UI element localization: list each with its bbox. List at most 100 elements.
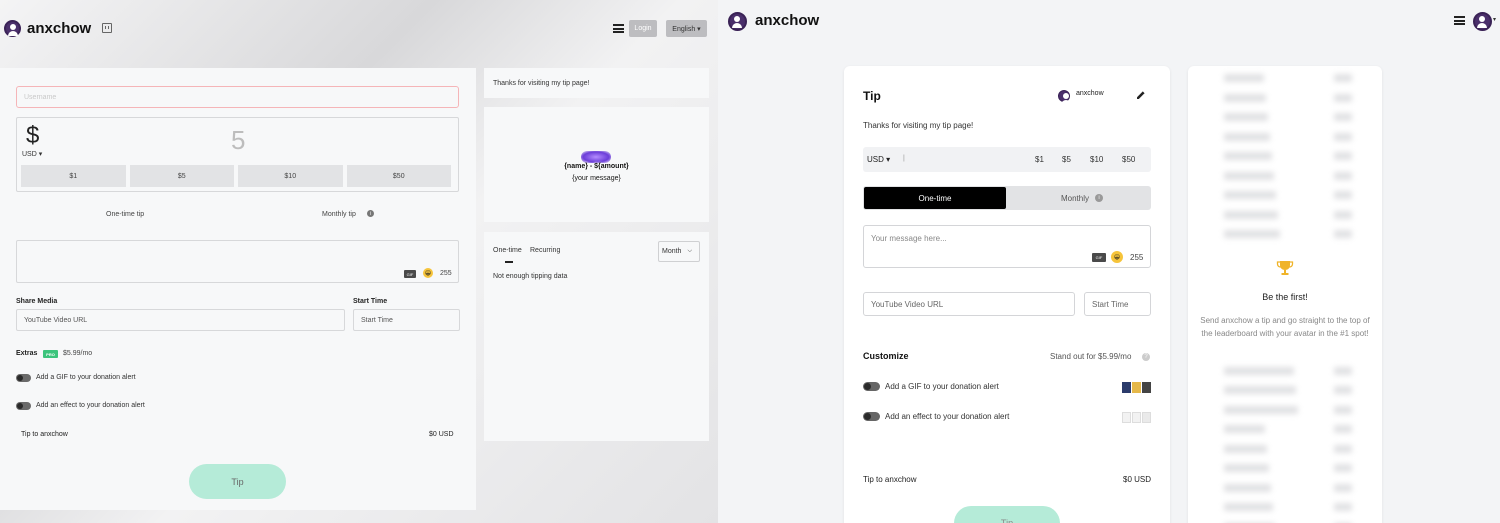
language-select[interactable]: English ▾ — [666, 20, 707, 37]
message-placeholder: Your message here... — [871, 234, 947, 243]
effect-thumbnails — [1122, 412, 1151, 423]
twitch-icon[interactable] — [102, 23, 112, 33]
stand-out-price: Stand out for $5.99/mo — [1050, 352, 1132, 361]
gif-icon[interactable]: GIF — [1092, 253, 1106, 262]
one-time-tip-option[interactable]: One-time tip — [106, 211, 144, 218]
gif-thumbnails — [1122, 382, 1151, 393]
one-time-option[interactable]: One-time — [864, 187, 1006, 209]
placeholder-row — [1224, 152, 1354, 160]
emoji-icon[interactable]: 😀 — [423, 268, 433, 278]
preset-50-button[interactable]: $50 — [1122, 155, 1135, 164]
placeholder-row — [1224, 444, 1354, 453]
info-icon[interactable]: i — [1095, 194, 1103, 202]
placeholder-row — [1224, 132, 1354, 141]
currency-select[interactable]: USD ▾ — [867, 155, 890, 164]
creator-avatar[interactable] — [728, 12, 747, 31]
edit-icon[interactable] — [1136, 90, 1146, 100]
leaderboard-title: Be the first! — [1262, 292, 1308, 302]
login-button[interactable]: Login — [629, 20, 657, 37]
currency-symbol: $ — [26, 122, 40, 149]
alert-preview: {name} - ${amount} {your message} — [484, 107, 709, 222]
gif-icon[interactable]: GIF — [404, 270, 416, 278]
menu-icon[interactable] — [613, 24, 624, 33]
gif-option-label: Add a GIF to your donation alert — [885, 382, 999, 391]
user-avatar[interactable] — [1473, 12, 1492, 31]
extras-label: Extras — [16, 350, 38, 357]
placeholder-row — [1224, 113, 1354, 121]
brand-name[interactable]: anxchow — [27, 20, 91, 37]
preset-1-button[interactable]: $1 — [1035, 155, 1044, 164]
leaderboard-text: Send anxchow a tip and go straight to th… — [1200, 316, 1370, 338]
preset-10-button[interactable]: $10 — [1090, 155, 1103, 164]
tip-button[interactable]: Tip — [954, 506, 1060, 523]
stats-tab-one-time[interactable]: One-time — [493, 247, 522, 254]
frequency-toggle: One-time Monthly i — [863, 186, 1151, 210]
message-textarea[interactable]: GIF 😀 255 — [16, 240, 459, 283]
effect-option-label: Add an effect to your donation alert — [885, 412, 1010, 421]
new-tip-page: anxchow ▾ Tip anxchow Thanks for visitin… — [718, 0, 1500, 523]
message-textarea[interactable]: Your message here... GIF 😀 255 — [863, 225, 1151, 268]
stats-empty-message: Not enough tipping data — [493, 273, 568, 280]
placeholder-row — [1224, 191, 1354, 199]
creator-mini-avatar — [1058, 90, 1071, 105]
screenshot-root: anxchow Login English ▾ Username $ 5 USD… — [0, 0, 1500, 523]
effect-option-label: Add an effect to your donation alert — [36, 402, 145, 409]
start-time-label: Start Time — [353, 298, 388, 305]
preset-10-button[interactable]: $10 — [238, 165, 343, 187]
alert-gif-preview — [581, 151, 611, 163]
gif-toggle[interactable] — [16, 374, 31, 382]
legacy-tip-page: anxchow Login English ▾ Username $ 5 USD… — [0, 0, 718, 523]
preset-row: $1 $5 $10 $50 — [21, 165, 451, 187]
help-icon[interactable]: ? — [1142, 353, 1150, 361]
username-input[interactable]: Username — [16, 86, 459, 108]
stats-tab-recurring[interactable]: Recurring — [530, 247, 560, 254]
emoji-icon[interactable]: 😀 — [1111, 251, 1123, 263]
amount-box[interactable]: $ 5 USD ▾ $1 $5 $10 $50 — [16, 117, 459, 192]
alert-message-preview: {your message} — [572, 175, 621, 182]
text-cursor: | — [903, 155, 905, 162]
menu-icon[interactable] — [1454, 16, 1465, 25]
chevron-down-icon: ⌵ — [687, 248, 693, 254]
creator-avatar[interactable] — [4, 20, 21, 37]
placeholder-row — [1224, 464, 1354, 472]
top-bar: anxchow Login English ▾ — [0, 0, 718, 66]
tip-card: Tip anxchow Thanks for visiting my tip p… — [844, 66, 1170, 523]
effect-toggle[interactable] — [863, 412, 880, 421]
gif-toggle[interactable] — [863, 382, 880, 391]
amount-input[interactable]: 5 — [231, 125, 245, 156]
placeholder-row — [1224, 503, 1354, 511]
start-time-input[interactable]: Start Time — [1084, 292, 1151, 316]
share-media-label: Share Media — [16, 298, 58, 305]
tip-button[interactable]: Tip — [189, 464, 286, 499]
gif-option-label: Add a GIF to your donation alert — [36, 374, 136, 381]
thanks-message: Thanks for visiting my tip page! — [484, 68, 709, 98]
tip-form: Username $ 5 USD ▾ $1 $5 $10 $50 One-tim… — [0, 68, 476, 510]
preset-5-button[interactable]: $5 — [129, 165, 234, 187]
preset-5-button[interactable]: $5 — [1062, 155, 1071, 164]
brand-name[interactable]: anxchow — [755, 12, 819, 29]
period-select[interactable]: Month ⌵ — [658, 241, 700, 262]
pro-badge: PRO — [43, 350, 58, 358]
leaderboard-card: Be the first! Send anxchow a tip and go … — [1188, 66, 1382, 523]
preset-50-button[interactable]: $50 — [346, 165, 451, 187]
total-amount: $0 USD — [429, 431, 454, 438]
placeholder-row — [1224, 210, 1354, 219]
start-time-input[interactable]: Start Time — [353, 309, 460, 331]
preset-1-button[interactable]: $1 — [21, 165, 126, 187]
chevron-down-icon[interactable]: ▾ — [1493, 16, 1496, 23]
info-icon[interactable]: i — [367, 210, 374, 217]
active-tab-indicator — [505, 261, 513, 263]
thanks-message: Thanks for visiting my tip page! — [863, 121, 974, 130]
amount-input[interactable]: USD ▾ | $1 $5 $10 $50 — [863, 147, 1151, 172]
youtube-url-input[interactable]: YouTube Video URL — [16, 309, 345, 331]
placeholder-row — [1224, 230, 1354, 238]
placeholder-row — [1224, 74, 1354, 82]
creator-name: anxchow — [1076, 90, 1104, 97]
youtube-url-input[interactable]: YouTube Video URL — [863, 292, 1075, 316]
placeholder-row — [1224, 405, 1354, 414]
tip-to-label: Tip to anxchow — [863, 475, 917, 484]
monthly-tip-option[interactable]: Monthly tip — [322, 211, 356, 218]
effect-toggle[interactable] — [16, 402, 31, 410]
currency-select[interactable]: USD ▾ — [22, 150, 42, 158]
monthly-option[interactable]: Monthly i — [1013, 186, 1151, 210]
